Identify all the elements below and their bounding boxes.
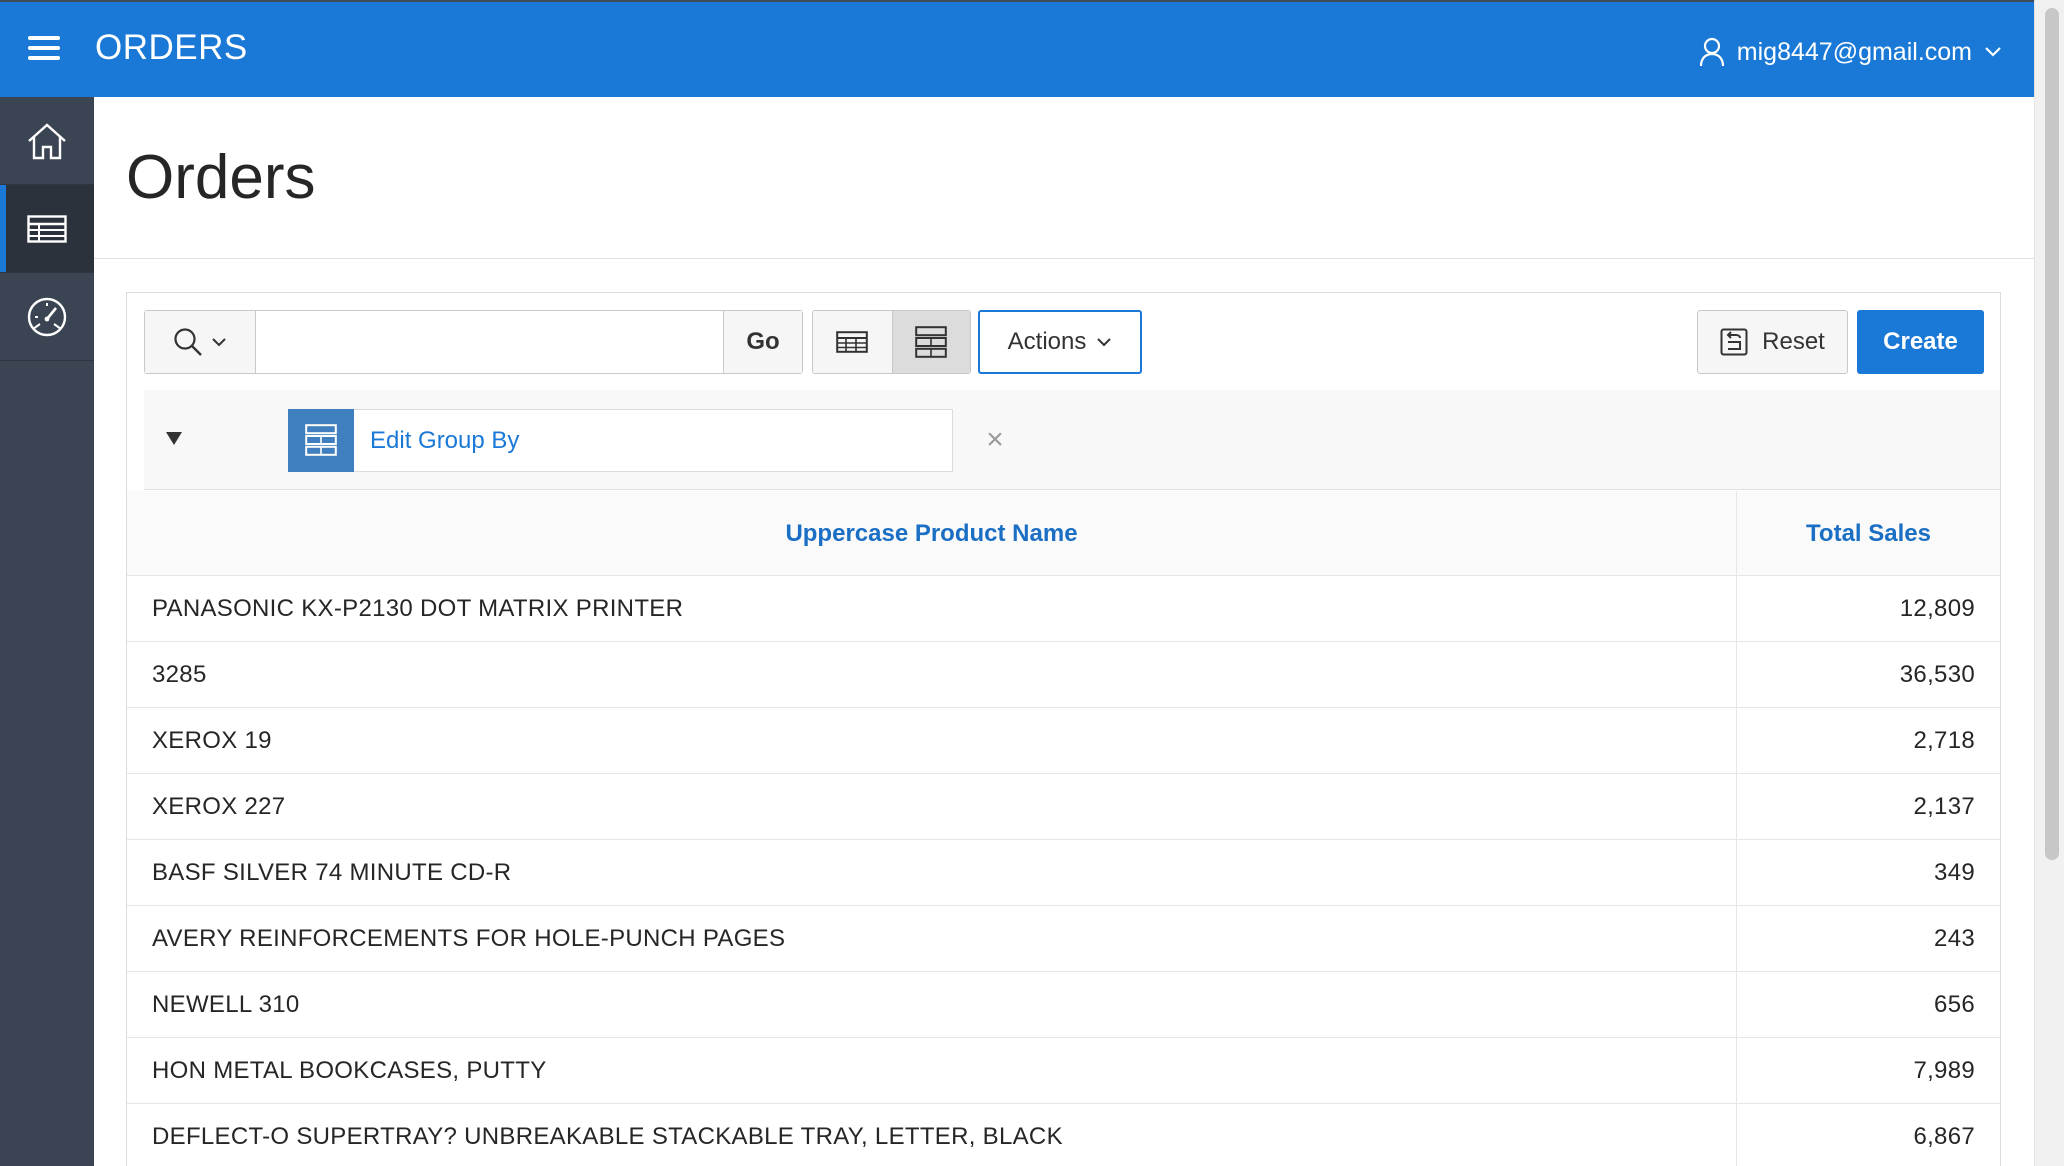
product-name-cell: HON METAL BOOKCASES, PUTTY <box>127 1038 1737 1104</box>
edit-group-by-label: Edit Group By <box>370 426 520 454</box>
table-row: HON METAL BOOKCASES, PUTTY 7,989 <box>127 1038 2000 1104</box>
product-name-cell: 3285 <box>127 642 1737 708</box>
search-input[interactable] <box>256 311 723 373</box>
total-sales-cell: 7,989 <box>1913 1057 1975 1084</box>
actions-menu-button[interactable]: Actions <box>978 310 1142 374</box>
hamburger-menu-icon[interactable] <box>26 32 66 66</box>
chevron-down-icon <box>1097 338 1112 347</box>
product-name-cell: AVERY REINFORCEMENTS FOR HOLE-PUNCH PAGE… <box>127 906 1737 972</box>
column-header-product-name[interactable]: Uppercase Product Name <box>127 491 1737 576</box>
user-menu[interactable]: mig8447@gmail.com <box>1699 32 2002 72</box>
sidebar-item-dashboard[interactable] <box>0 273 94 361</box>
total-sales-cell: 2,718 <box>1913 727 1975 754</box>
group-by-view-button[interactable] <box>891 311 970 373</box>
table-row: DEFLECT-O SUPERTRAY? UNBREAKABLE STACKAB… <box>127 1104 2000 1166</box>
chevron-down-icon <box>212 338 226 347</box>
sidebar-item-home[interactable] <box>0 97 94 185</box>
view-switcher <box>812 310 971 374</box>
group-by-icon <box>288 408 354 472</box>
sidebar-item-orders[interactable] <box>0 185 94 273</box>
report-table: Uppercase Product Name Total Sales PANAS… <box>127 491 2000 1166</box>
product-name-cell: BASF SILVER 74 MINUTE CD-R <box>127 840 1737 906</box>
chevron-down-icon <box>1985 47 2001 57</box>
dashboard-gauge-icon <box>27 297 67 336</box>
table-row: XEROX 19 2,718 <box>127 708 2000 774</box>
column-header-total-sales[interactable]: Total Sales <box>1737 491 2000 576</box>
page-title: Orders <box>126 143 316 212</box>
collapse-toggle-icon[interactable] <box>166 432 182 445</box>
table-row: 3285 36,530 <box>127 642 2000 708</box>
product-name-cell: XEROX 19 <box>127 708 1737 774</box>
side-navigation <box>0 97 94 1166</box>
table-row: NEWELL 310 656 <box>127 972 2000 1038</box>
table-row: PANASONIC KX-P2130 DOT MATRIX PRINTER 12… <box>127 576 2000 642</box>
reset-icon <box>1720 328 1748 356</box>
product-name-cell: PANASONIC KX-P2130 DOT MATRIX PRINTER <box>127 576 1737 642</box>
reset-button[interactable]: Reset <box>1697 310 1848 374</box>
go-button[interactable]: Go <box>723 311 802 373</box>
top-bar: ORDERS mig8447@gmail.com <box>0 0 2034 97</box>
search-icon <box>174 328 202 356</box>
total-sales-cell: 349 <box>1934 859 1975 886</box>
title-divider <box>94 258 2034 259</box>
total-sales-cell: 12,809 <box>1899 595 1975 622</box>
total-sales-cell: 656 <box>1934 991 1975 1018</box>
total-sales-cell: 2,137 <box>1913 793 1975 820</box>
product-name-cell: NEWELL 310 <box>127 972 1737 1038</box>
actions-label: Actions <box>1007 328 1087 355</box>
table-icon <box>27 214 67 243</box>
home-icon <box>28 122 66 159</box>
group-by-icon <box>915 326 948 358</box>
search-column-selector[interactable] <box>145 311 256 373</box>
create-button[interactable]: Create <box>1857 310 1984 374</box>
user-email: mig8447@gmail.com <box>1736 37 1972 66</box>
grid-view-icon <box>836 331 869 353</box>
reset-label: Reset <box>1762 328 1825 355</box>
total-sales-cell: 36,530 <box>1899 661 1975 688</box>
app-title[interactable]: ORDERS <box>95 28 248 68</box>
product-name-cell: DEFLECT-O SUPERTRAY? UNBREAKABLE STACKAB… <box>127 1104 1737 1166</box>
search-bar: Go <box>144 310 803 374</box>
table-row: AVERY REINFORCEMENTS FOR HOLE-PUNCH PAGE… <box>127 906 2000 972</box>
table-header-row: Uppercase Product Name Total Sales <box>127 491 2000 576</box>
remove-group-by-icon[interactable]: × <box>983 424 1007 456</box>
user-icon <box>1699 37 1724 67</box>
product-name-cell: XEROX 227 <box>127 774 1737 840</box>
total-sales-cell: 243 <box>1934 925 1975 952</box>
total-sales-cell: 6,867 <box>1913 1123 1975 1150</box>
table-row: BASF SILVER 74 MINUTE CD-R 349 <box>127 840 2000 906</box>
table-row: XEROX 227 2,137 <box>127 774 2000 840</box>
report-view-button[interactable] <box>813 311 892 373</box>
edit-group-by-control[interactable]: Edit Group By <box>288 408 953 472</box>
scrollbar-thumb[interactable] <box>2045 8 2059 860</box>
